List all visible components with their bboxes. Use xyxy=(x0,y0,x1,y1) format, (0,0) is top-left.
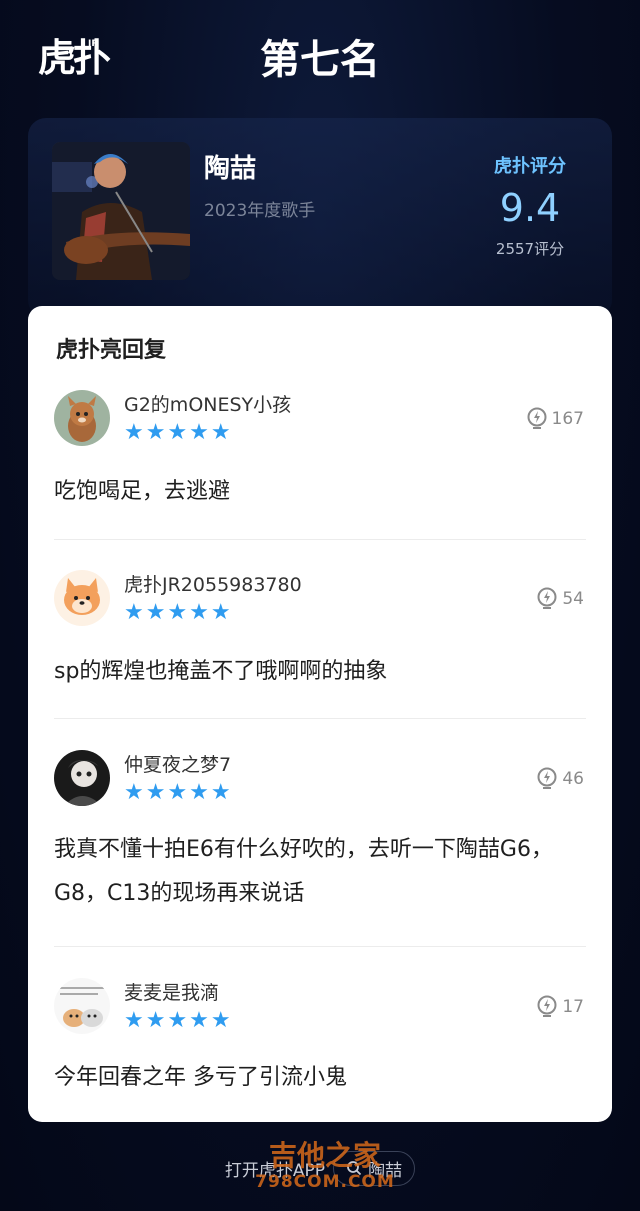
like-count: 17 xyxy=(562,997,584,1017)
ranking-page: 虎扑 JR 第七名 陶喆 2023年度歌手 虎扑评分 9.4 2557评分 虎扑… xyxy=(0,0,640,1211)
footer-bar: 打开虎扑APP 陶喆 xyxy=(0,1148,640,1188)
like-count: 46 xyxy=(562,769,584,789)
artist-photo xyxy=(52,142,190,280)
divider xyxy=(54,946,586,947)
reply-content: 我真不懂十拍E6有什么好吹的，去听一下陶喆G6，G8，C13的现场再来说话 xyxy=(54,837,553,906)
dark-photo-avatar-icon xyxy=(54,750,110,806)
artist-subtitle: 2023年度歌手 xyxy=(204,201,316,221)
panel-title: 虎扑亮回复 xyxy=(56,338,167,363)
reply-content: sp的辉煌也掩盖不了哦啊啊的抽象 xyxy=(54,659,388,684)
highlighted-replies-panel: 虎扑亮回复 G2的mONESY小孩 ★★★★★ 167 吃饱喝足，去逃避 虎扑J… xyxy=(28,306,612,1122)
like-button[interactable]: 17 xyxy=(536,994,584,1020)
artist-card[interactable]: 陶喆 2023年度歌手 虎扑评分 9.4 2557评分 xyxy=(28,118,612,318)
like-count: 54 xyxy=(562,589,584,609)
score-value: 9.4 xyxy=(499,186,561,230)
reply-content: 吃饱喝足，去逃避 xyxy=(54,479,231,504)
user-avatar[interactable] xyxy=(54,978,110,1034)
reply-item[interactable]: 麦麦是我滴 ★★★★★ 17 今年回春之年 多亏了引流小鬼 xyxy=(54,978,586,1108)
artist-photo-image xyxy=(52,142,190,280)
reply-item[interactable]: G2的mONESY小孩 ★★★★★ 167 吃饱喝足，去逃避 xyxy=(54,390,586,520)
star-rating: ★★★★★ xyxy=(124,420,233,445)
search-term: 陶喆 xyxy=(368,1160,403,1181)
rating-count: 2557评分 xyxy=(495,240,565,258)
star-rating: ★★★★★ xyxy=(124,1008,233,1033)
lightbulb-icon xyxy=(537,767,557,789)
open-app-link[interactable]: 打开虎扑APP xyxy=(225,1156,325,1181)
artist-name: 陶喆 xyxy=(204,154,257,184)
star-rating: ★★★★★ xyxy=(124,600,233,625)
search-icon xyxy=(347,1161,362,1176)
reply-item[interactable]: 虎扑JR2055983780 ★★★★★ 54 sp的辉煌也掩盖不了哦啊啊的抽象 xyxy=(54,570,586,700)
star-rating: ★★★★★ xyxy=(124,780,233,805)
user-avatar[interactable] xyxy=(54,750,110,806)
like-button[interactable]: 54 xyxy=(536,586,584,612)
username[interactable]: 虎扑JR2055983780 xyxy=(124,570,302,597)
reply-content: 今年回春之年 多亏了引流小鬼 xyxy=(54,1065,347,1090)
divider xyxy=(54,539,586,540)
username[interactable]: 仲夏夜之梦7 xyxy=(124,750,231,777)
page-title: 第七名 xyxy=(260,37,380,83)
lightbulb-icon xyxy=(537,995,557,1017)
user-avatar[interactable] xyxy=(54,570,110,626)
username[interactable]: G2的mONESY小孩 xyxy=(124,390,291,417)
username[interactable]: 麦麦是我滴 xyxy=(124,978,219,1005)
user-avatar[interactable] xyxy=(54,390,110,446)
like-button[interactable]: 167 xyxy=(526,406,584,432)
cat-meme-avatar-icon xyxy=(54,978,110,1034)
reply-item[interactable]: 仲夏夜之梦7 ★★★★★ 46 我真不懂十拍E6有什么好吹的，去听一下陶喆G6，… xyxy=(54,750,586,920)
cartoon-cat-avatar-icon xyxy=(54,390,110,446)
search-chip[interactable]: 陶喆 xyxy=(333,1150,416,1186)
lightbulb-icon xyxy=(527,407,547,429)
divider xyxy=(54,718,586,719)
score-label: 虎扑评分 xyxy=(494,156,566,177)
hupu-score-box: 虎扑评分 9.4 2557评分 xyxy=(470,144,590,274)
like-button[interactable]: 46 xyxy=(536,766,584,792)
like-count: 167 xyxy=(551,409,584,429)
lightbulb-icon xyxy=(537,587,557,609)
default-dog-avatar-icon xyxy=(54,570,110,626)
